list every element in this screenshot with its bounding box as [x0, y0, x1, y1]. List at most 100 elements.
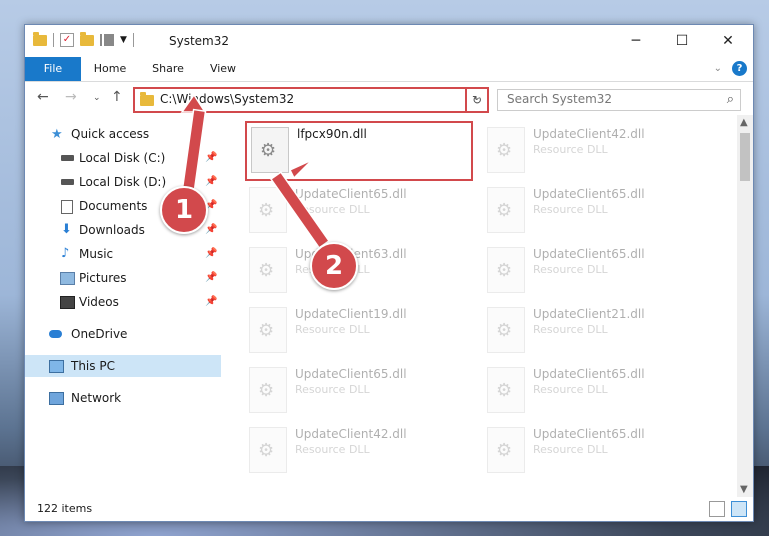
sidebar-item-label: Downloads	[79, 223, 145, 237]
cloud-icon	[49, 330, 62, 338]
tab-home[interactable]: Home	[85, 57, 135, 81]
file-item[interactable]: UpdateClient65.dll Resource DLL	[483, 243, 703, 299]
documents-icon	[61, 200, 73, 214]
pin-icon[interactable]: 📌	[205, 291, 217, 313]
sidebar-item-pictures[interactable]: Pictures 📌	[25, 267, 221, 289]
file-item[interactable]: UpdateClient19.dll Resource DLL	[245, 303, 465, 359]
file-list: lfpcx90n.dll UpdateClient42.dll Resource…	[243, 115, 737, 497]
dll-file-icon	[487, 367, 525, 413]
file-type: Resource DLL	[533, 323, 608, 336]
file-item[interactable]: UpdateClient65.dll Resource DLL	[483, 183, 703, 239]
sidebar-item-this-pc[interactable]: This PC	[25, 355, 221, 377]
search-icon[interactable]: ⌕	[727, 92, 734, 107]
dll-file-icon	[487, 187, 525, 233]
minimize-button[interactable]: ─	[613, 25, 659, 57]
file-type: Resource DLL	[295, 383, 370, 396]
file-item[interactable]: UpdateClient42.dll Resource DLL	[245, 423, 465, 479]
dll-file-icon	[251, 127, 289, 173]
sidebar-item-label: Local Disk (D:)	[79, 175, 167, 189]
file-type: Resource DLL	[533, 143, 608, 156]
music-icon: ♪	[61, 246, 70, 261]
videos-icon	[60, 296, 75, 309]
sidebar-item-videos[interactable]: Videos 📌	[25, 291, 221, 313]
sidebar-item-onedrive[interactable]: OneDrive	[25, 323, 221, 345]
file-name: UpdateClient65.dll	[295, 367, 407, 381]
step-2-badge: 2	[310, 242, 358, 290]
file-name: UpdateClient42.dll	[533, 127, 645, 141]
pin-icon[interactable]: 📌	[205, 243, 217, 265]
close-button[interactable]: ✕	[705, 25, 751, 57]
dll-file-icon	[487, 127, 525, 173]
pin-icon[interactable]: 📌	[205, 267, 217, 289]
new-folder-icon[interactable]	[80, 31, 94, 46]
item-count: 122 items	[37, 502, 93, 515]
file-item[interactable]: UpdateClient65.dll Resource DLL	[245, 363, 465, 419]
file-name: UpdateClient65.dll	[533, 367, 645, 381]
sidebar-item-label: This PC	[71, 359, 115, 373]
chevron-down-icon[interactable]: ⌄	[714, 63, 722, 74]
folder-icon	[140, 92, 154, 106]
customize-toolbar-icon[interactable]	[100, 34, 114, 46]
sidebar-item-local-disk-c[interactable]: Local Disk (C:) 📌	[25, 147, 221, 169]
search-input[interactable]: Search System32 ⌕	[497, 89, 741, 111]
pin-icon[interactable]: 📌	[205, 147, 217, 169]
dll-file-icon	[249, 367, 287, 413]
toolbar-separator	[53, 33, 54, 47]
up-arrow-icon[interactable]: ↑	[111, 89, 123, 105]
file-type: Resource DLL	[295, 443, 370, 456]
refresh-button[interactable]: ↻	[465, 87, 489, 113]
help-icon[interactable]: ?	[732, 61, 747, 76]
forward-arrow-icon[interactable]: →	[65, 89, 77, 105]
file-item[interactable]: UpdateClient42.dll Resource DLL	[483, 123, 703, 179]
scroll-down-icon[interactable]: ▼	[740, 484, 748, 495]
pin-icon[interactable]: 📌	[205, 219, 217, 241]
computer-icon	[49, 360, 64, 373]
file-item-highlighted[interactable]: lfpcx90n.dll	[245, 121, 473, 181]
scrollbar-thumb[interactable]	[740, 133, 750, 181]
recent-locations-chevron-icon[interactable]: ⌄	[93, 93, 101, 103]
file-item[interactable]: UpdateClient65.dll Resource DLL	[245, 183, 465, 239]
back-arrow-icon[interactable]: ←	[37, 89, 49, 105]
address-path[interactable]: C:\Windows\System32	[160, 92, 294, 106]
tab-share[interactable]: Share	[142, 57, 194, 81]
title-bar: ✓ ▼ System32 ─ ☐ ✕	[25, 25, 753, 57]
file-type: Resource DLL	[295, 323, 370, 336]
ribbon-tabs: File Home Share View ⌄ ?	[25, 57, 753, 82]
maximize-button[interactable]: ☐	[659, 25, 705, 57]
dll-file-icon	[487, 247, 525, 293]
sidebar-item-network[interactable]: Network	[25, 387, 221, 409]
sidebar-item-music[interactable]: ♪ Music 📌	[25, 243, 221, 265]
dll-file-icon	[249, 187, 287, 233]
file-name: lfpcx90n.dll	[297, 127, 367, 141]
vertical-scrollbar[interactable]: ▲ ▼	[737, 115, 753, 497]
sidebar-item-label: Videos	[79, 295, 119, 309]
pictures-icon	[60, 272, 75, 285]
file-name: UpdateClient65.dll	[533, 187, 645, 201]
tiles-view-icon[interactable]	[731, 501, 747, 517]
sidebar-item-label: Pictures	[79, 271, 127, 285]
file-name: UpdateClient65.dll	[533, 247, 645, 261]
file-type: Resource DLL	[533, 203, 608, 216]
details-view-icon[interactable]	[709, 501, 725, 517]
tab-file[interactable]: File	[25, 57, 81, 81]
chevron-down-icon[interactable]: ▼	[120, 35, 127, 45]
star-icon: ★	[51, 127, 63, 142]
tab-view[interactable]: View	[200, 57, 246, 81]
scroll-up-icon[interactable]: ▲	[740, 117, 748, 128]
file-item[interactable]: UpdateClient65.dll Resource DLL	[483, 423, 703, 479]
window-title: System32	[169, 34, 230, 48]
file-name: UpdateClient21.dll	[533, 307, 645, 321]
status-bar: 122 items	[25, 497, 753, 521]
dll-file-icon	[487, 307, 525, 353]
file-name: UpdateClient42.dll	[295, 427, 407, 441]
navigation-pane: ★ Quick access Local Disk (C:) 📌 Local D…	[25, 115, 221, 497]
sidebar-item-quick-access[interactable]: ★ Quick access	[25, 123, 221, 145]
drive-icon	[61, 179, 74, 185]
drive-icon	[61, 155, 74, 161]
file-type: Resource DLL	[295, 203, 370, 216]
file-item[interactable]: UpdateClient65.dll Resource DLL	[483, 363, 703, 419]
address-bar[interactable]: C:\Windows\System32 ⌄	[133, 87, 489, 113]
file-item[interactable]: UpdateClient21.dll Resource DLL	[483, 303, 703, 359]
properties-check-icon[interactable]: ✓	[60, 33, 74, 47]
pin-icon[interactable]: 📌	[205, 171, 217, 193]
